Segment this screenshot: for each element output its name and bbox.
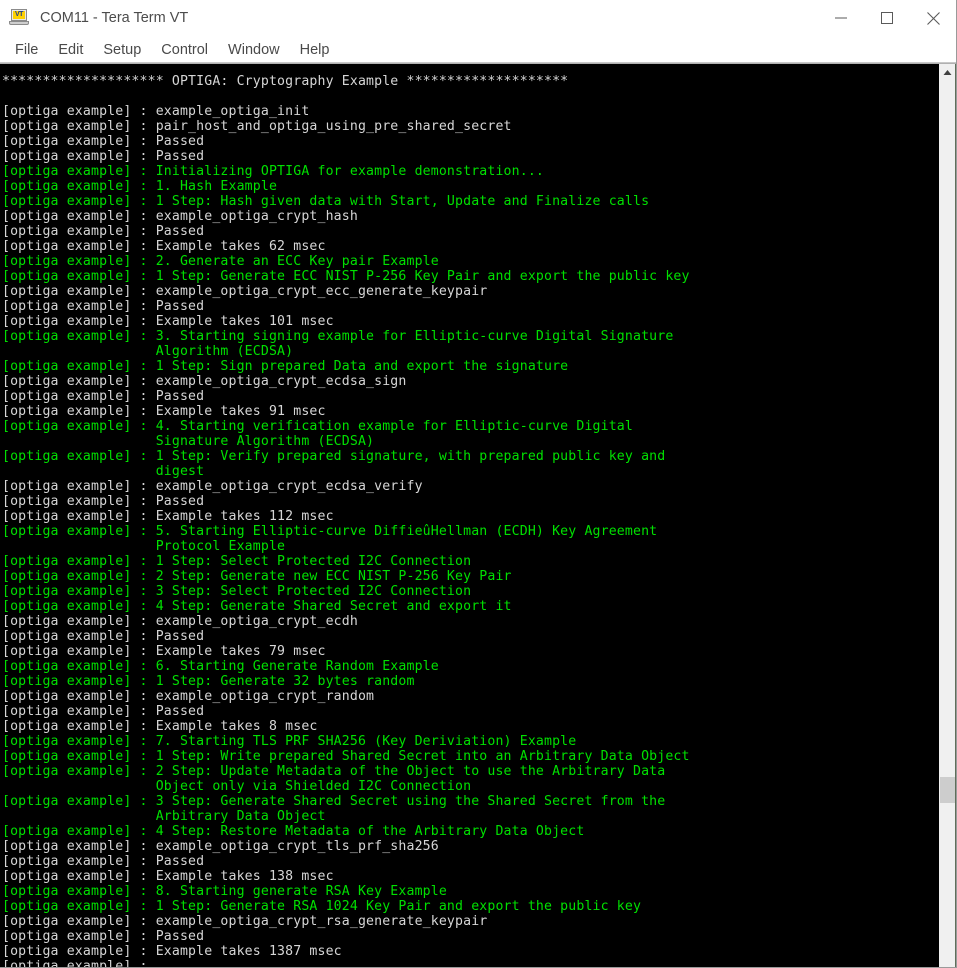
terminal-line: [optiga example] : example_optiga_crypt_… xyxy=(2,374,407,389)
terminal-line: [optiga example] : 1 Step: Verify prepar… xyxy=(2,449,666,464)
terminal-line: [optiga example] : example_optiga_crypt_… xyxy=(2,479,423,494)
terminal-line: [optiga example] : 8. Starting generate … xyxy=(2,884,447,899)
terminal-line: digest xyxy=(2,464,205,479)
terminal-line: Arbitrary Data Object xyxy=(2,809,326,824)
terminal-line: [optiga example] : example_optiga_crypt_… xyxy=(2,209,358,224)
window-title: COM11 - Tera Term VT xyxy=(40,10,189,26)
close-button[interactable] xyxy=(910,0,956,36)
terminal-line: [optiga example] : example_optiga_crypt_… xyxy=(2,284,488,299)
terminal-line: [optiga example] : 1 Step: Generate ECC … xyxy=(2,269,690,284)
maximize-button[interactable] xyxy=(864,0,910,36)
terminal-line: [optiga example] : 4 Step: Generate Shar… xyxy=(2,599,512,614)
menu-item-edit[interactable]: Edit xyxy=(48,40,93,60)
teraterm-vt-icon: VT xyxy=(9,7,31,29)
teraterm-window: VT COM11 - Tera Term VT File Edit Setup … xyxy=(0,0,957,968)
terminal-line: [optiga example] : 4 Step: Restore Metad… xyxy=(2,824,585,839)
terminal-line: [optiga example] : 3. Starting signing e… xyxy=(2,329,674,344)
terminal-line: [optiga example] : 6. Starting Generate … xyxy=(2,659,439,674)
terminal-line: [optiga example] : Example takes 91 msec xyxy=(2,404,326,419)
terminal-line: [optiga example] : 1. Hash Example xyxy=(2,179,278,194)
window-right-edge xyxy=(955,64,956,967)
terminal-area: ******************** OPTIGA: Cryptograph… xyxy=(0,63,956,967)
scrollbar-track[interactable] xyxy=(939,81,956,967)
terminal-line: [optiga example] : Example takes 101 mse… xyxy=(2,314,334,329)
terminal-line: [optiga example] : example_optiga_crypt_… xyxy=(2,614,358,629)
terminal-line: [optiga example] : 1 Step: Generate 32 b… xyxy=(2,674,415,689)
close-icon xyxy=(926,11,940,25)
terminal-line: [optiga example] : Initializing OPTIGA f… xyxy=(2,164,544,179)
terminal-line: Signature Algorithm (ECDSA) xyxy=(2,434,375,449)
terminal-line: [optiga example] : example_optiga_crypt_… xyxy=(2,689,375,704)
scroll-up-button[interactable] xyxy=(939,64,956,81)
terminal-line: [optiga example] : Passed xyxy=(2,854,205,869)
terminal-line: [optiga example] : Passed xyxy=(2,629,205,644)
terminal-line: [optiga example] : Passed xyxy=(2,134,205,149)
terminal-line: [optiga example] : 4. Starting verificat… xyxy=(2,419,633,434)
terminal-line: [optiga example] : 1 Step: Generate RSA … xyxy=(2,899,642,914)
menu-item-help[interactable]: Help xyxy=(290,40,340,60)
terminal-line: Algorithm (ECDSA) xyxy=(2,344,294,359)
terminal-line: [optiga example] : 3 Step: Generate Shar… xyxy=(2,794,666,809)
terminal-line: [optiga example] : Example takes 79 msec xyxy=(2,644,326,659)
minimize-button[interactable] xyxy=(818,0,864,36)
terminal-line: Protocol Example xyxy=(2,539,286,554)
terminal-line: [optiga example] : Example takes 1387 ms… xyxy=(2,944,342,959)
terminal-line: [optiga example] : 2 Step: Generate new … xyxy=(2,569,512,584)
minimize-icon xyxy=(835,17,847,19)
menu-item-file[interactable]: File xyxy=(5,40,48,60)
terminal-line: Object only via Shielded I2C Connection xyxy=(2,779,472,794)
terminal-line: [optiga example] : 7. Starting TLS PRF S… xyxy=(2,734,577,749)
terminal-output[interactable]: ******************** OPTIGA: Cryptograph… xyxy=(0,64,938,967)
terminal-line: [optiga example] : example_optiga_crypt_… xyxy=(2,914,488,929)
terminal-line: [optiga example] : Passed xyxy=(2,149,205,164)
menu-item-window[interactable]: Window xyxy=(218,40,290,60)
vertical-scrollbar[interactable] xyxy=(938,64,956,967)
menu-item-control[interactable]: Control xyxy=(151,40,218,60)
terminal-line: [optiga example] : 2. Generate an ECC Ke… xyxy=(2,254,439,269)
terminal-line: ******************** OPTIGA: Cryptograph… xyxy=(2,74,569,89)
window-titlebar[interactable]: VT COM11 - Tera Term VT xyxy=(0,0,956,37)
terminal-line: [optiga example] : Example takes 138 mse… xyxy=(2,869,334,884)
terminal-line: [optiga example] : 1 Step: Sign prepared… xyxy=(2,359,569,374)
window-controls xyxy=(818,0,956,36)
scroll-up-arrow-icon xyxy=(943,70,952,75)
terminal-line: [optiga example] : 1 Step: Select Protec… xyxy=(2,554,472,569)
terminal-line: [optiga example] : 1 Step: Write prepare… xyxy=(2,749,690,764)
app-icon-label: VT xyxy=(13,11,25,19)
terminal-line: [optiga example] : example_optiga_crypt_… xyxy=(2,839,439,854)
terminal-line: [optiga example] : Example takes 62 msec xyxy=(2,239,326,254)
terminal-line: [optiga example] : 2 Step: Update Metada… xyxy=(2,764,666,779)
terminal-line: [optiga example] : Example takes 8 msec xyxy=(2,719,318,734)
terminal-line: [optiga example] : Passed xyxy=(2,299,205,314)
terminal-line: [optiga example] : 5. Starting Elliptic-… xyxy=(2,524,658,539)
terminal-line: [optiga example] : Passed xyxy=(2,494,205,509)
terminal-line: [optiga example] : 1 Step: Hash given da… xyxy=(2,194,650,209)
terminal-line: [optiga example] : Example takes 112 mse… xyxy=(2,509,334,524)
maximize-icon xyxy=(881,12,893,24)
terminal-line: [optiga example] : pair_host_and_optiga_… xyxy=(2,119,512,134)
terminal-line: [optiga example] : Passed xyxy=(2,224,205,239)
terminal-line: [optiga example] : Passed xyxy=(2,929,205,944)
terminal-line: [optiga example] : Passed xyxy=(2,389,205,404)
terminal-line: [optiga example] : xyxy=(2,959,148,967)
menu-bar: File Edit Setup Control Window Help xyxy=(0,37,956,63)
terminal-line: [optiga example] : Passed xyxy=(2,704,205,719)
scrollbar-thumb[interactable] xyxy=(940,777,955,803)
terminal-line: [optiga example] : 3 Step: Select Protec… xyxy=(2,584,472,599)
menu-item-setup[interactable]: Setup xyxy=(93,40,151,60)
terminal-line: [optiga example] : example_optiga_init xyxy=(2,104,310,119)
